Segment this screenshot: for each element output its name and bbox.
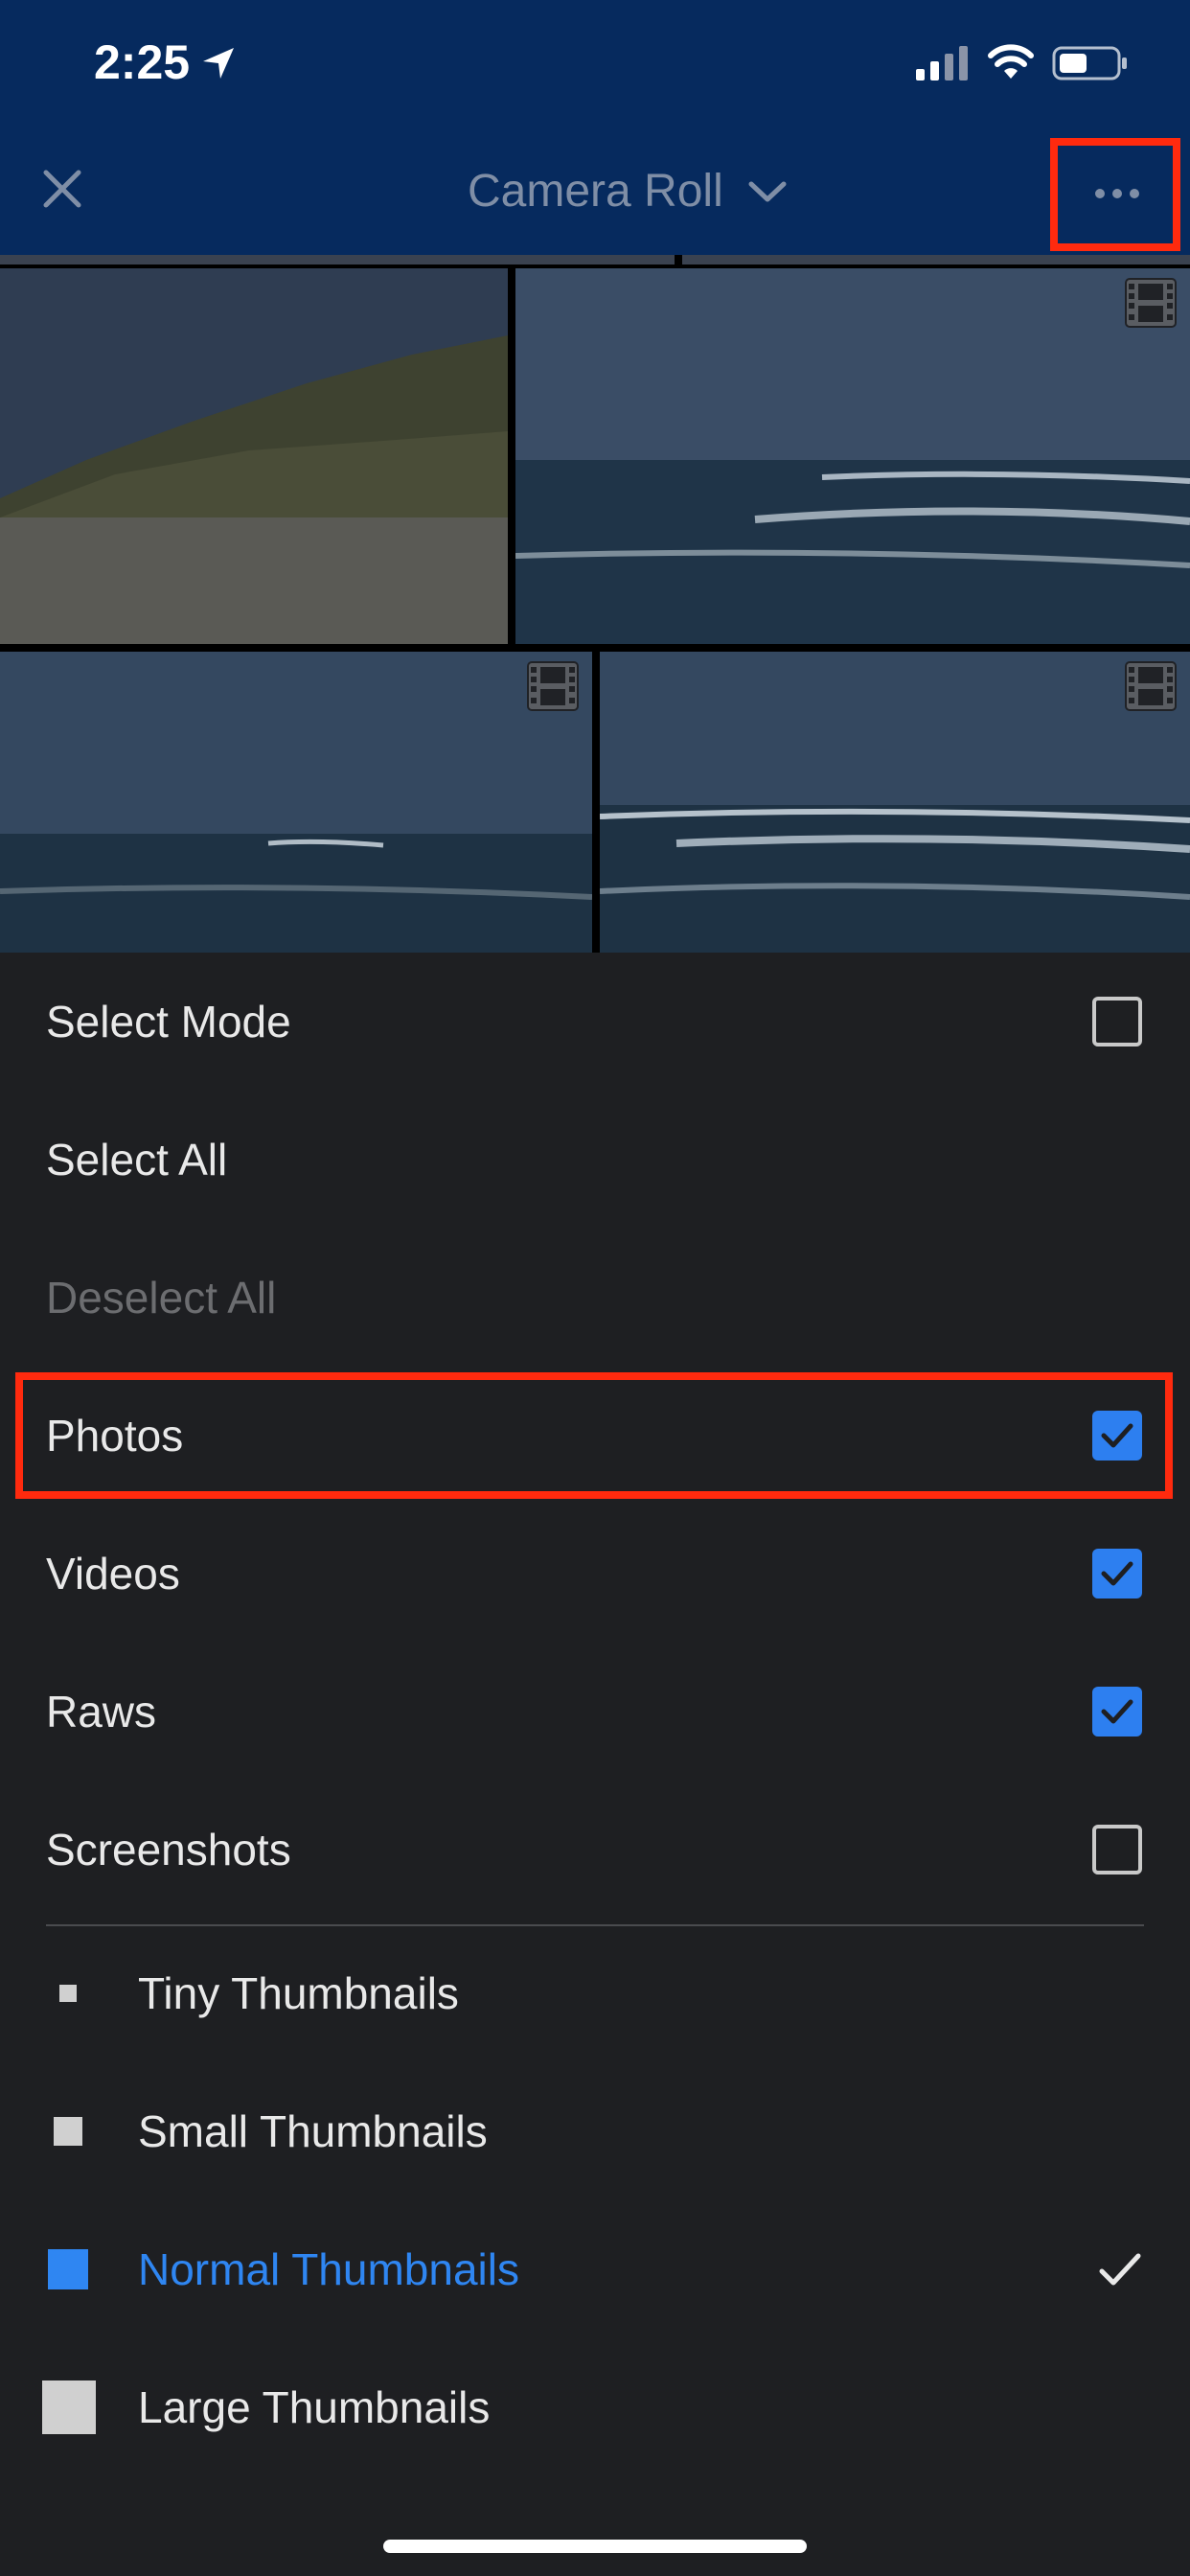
partial-tile-top: [682, 255, 1190, 264]
small-thumbnail-icon: [54, 2117, 82, 2146]
large-thumbnail-icon: [42, 2380, 96, 2434]
menu-item-label: Raws: [46, 1687, 157, 1736]
menu-item-label: Normal Thumbnails: [138, 2244, 519, 2294]
video-film-icon: [1125, 661, 1177, 711]
menu-item-label: Select Mode: [46, 997, 291, 1046]
video-tile[interactable]: [600, 652, 1190, 953]
battery-icon: [1052, 46, 1127, 80]
more-options-icon: [1095, 189, 1139, 198]
menu-item-label: Screenshots: [46, 1825, 291, 1874]
close-icon[interactable]: [38, 165, 86, 213]
select-mode-checkbox[interactable]: [1092, 997, 1142, 1046]
chevron-down-icon[interactable]: [747, 178, 788, 207]
menu-item-videos[interactable]: Videos: [0, 1505, 1190, 1643]
photo-tile[interactable]: [0, 268, 508, 644]
more-options-button[interactable]: [1050, 138, 1180, 251]
thumbnail-size-small[interactable]: Small Thumbnails: [0, 2062, 1190, 2200]
thumbnail-size-tiny[interactable]: Tiny Thumbnails: [0, 1924, 1190, 2062]
menu-item-label: Large Thumbnails: [138, 2382, 491, 2432]
menu-item-label: Tiny Thumbnails: [138, 1968, 459, 2018]
menu-item-select-mode[interactable]: Select Mode: [0, 953, 1190, 1091]
checkmark-icon: [1099, 2253, 1141, 2286]
menu-item-deselect-all: Deselect All: [0, 1229, 1190, 1367]
top-bar: 2:25 Camera Roll: [0, 0, 1190, 255]
location-arrow-icon: [203, 48, 234, 79]
menu-item-label: Deselect All: [46, 1273, 277, 1322]
photo-grid: [0, 255, 1190, 953]
checkmark-icon: [1101, 1561, 1133, 1586]
menu-item-label: Select All: [46, 1135, 228, 1184]
thumbnail-size-normal[interactable]: Normal Thumbnails: [0, 2200, 1190, 2338]
thumbnail-size-large[interactable]: Large Thumbnails: [0, 2338, 1190, 2476]
normal-thumbnail-icon: [48, 2249, 88, 2289]
cellular-signal-icon: [916, 46, 968, 80]
tiny-thumbnail-icon: [59, 1985, 77, 2002]
videos-checkbox[interactable]: [1092, 1549, 1142, 1598]
home-indicator: [383, 2540, 807, 2553]
menu-item-label: Small Thumbnails: [138, 2106, 488, 2156]
menu-item-screenshots[interactable]: Screenshots: [0, 1781, 1190, 1919]
screenshots-checkbox[interactable]: [1092, 1825, 1142, 1874]
menu-item-select-all[interactable]: Select All: [0, 1091, 1190, 1229]
partial-tile-top: [0, 255, 675, 264]
video-film-icon: [527, 661, 579, 711]
highlight-annotation: [15, 1372, 1173, 1499]
wifi-icon: [988, 44, 1034, 79]
video-film-icon: [1125, 278, 1177, 328]
menu-item-raws[interactable]: Raws: [0, 1643, 1190, 1781]
menu-item-label: Videos: [46, 1549, 180, 1598]
checkmark-icon: [1101, 1699, 1133, 1724]
raws-checkbox[interactable]: [1092, 1687, 1142, 1736]
options-menu: Select Mode Select All Deselect All Phot…: [0, 953, 1190, 2576]
album-title[interactable]: Camera Roll: [468, 165, 723, 218]
status-time: 2:25: [94, 35, 191, 89]
video-tile[interactable]: [0, 652, 592, 953]
video-tile[interactable]: [515, 268, 1190, 644]
